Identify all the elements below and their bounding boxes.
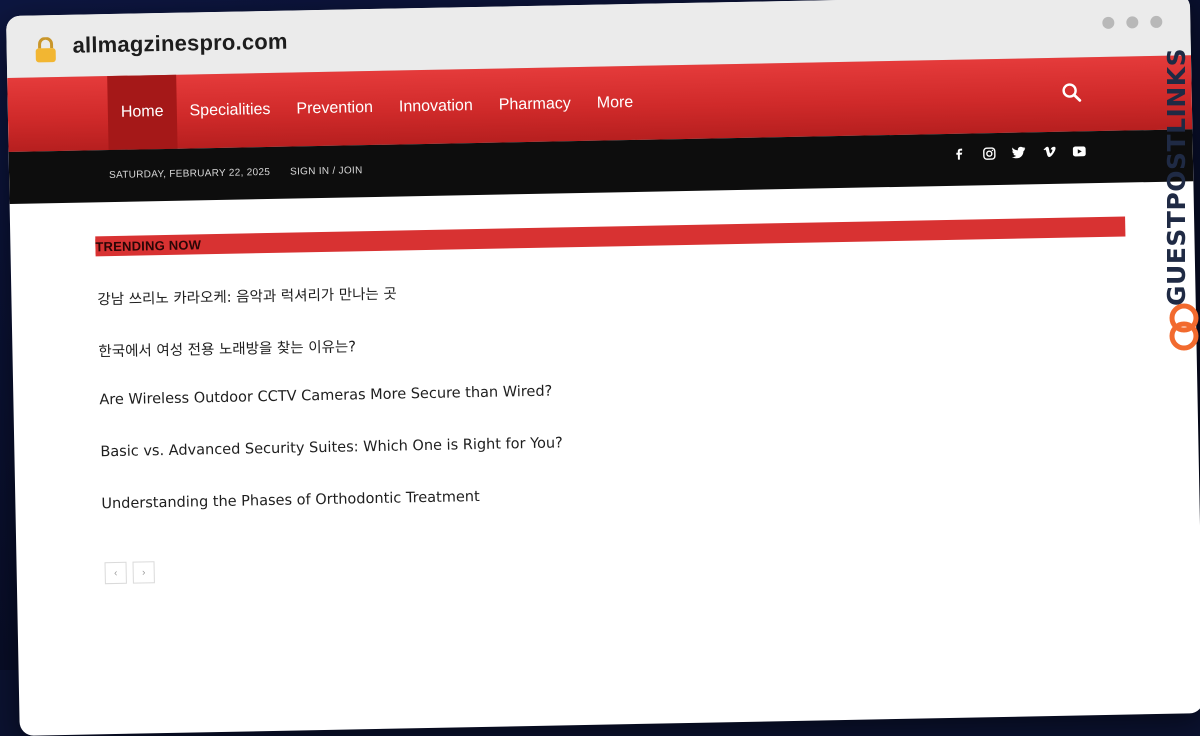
trending-pager: ‹ › bbox=[104, 561, 155, 585]
instagram-icon[interactable] bbox=[981, 145, 997, 161]
nav-item-prevention[interactable]: Prevention bbox=[283, 71, 387, 147]
trending-item[interactable]: Understanding the Phases of Orthodontic … bbox=[101, 487, 564, 548]
window-dot[interactable] bbox=[1150, 15, 1163, 29]
main-menu: Home Specialities Prevention Innovation … bbox=[107, 66, 647, 151]
url-text[interactable]: allmagzinespro.com bbox=[72, 29, 288, 59]
nav-item-innovation[interactable]: Innovation bbox=[385, 69, 486, 145]
trending-item[interactable]: 강남 쓰리노 카라오케: 음악과 럭셔리가 만나는 곳 bbox=[97, 279, 560, 340]
prev-button[interactable]: ‹ bbox=[104, 561, 127, 585]
window-dot[interactable] bbox=[1126, 16, 1139, 29]
window-controls bbox=[1102, 15, 1163, 29]
trending-title: TRENDING NOW bbox=[95, 237, 206, 255]
nav-item-home[interactable]: Home bbox=[107, 74, 178, 151]
current-date: SATURDAY, FEBRUARY 22, 2025 bbox=[108, 166, 271, 182]
trending-item[interactable]: Basic vs. Advanced Security Suites: Whic… bbox=[100, 435, 563, 496]
nav-item-specialities[interactable]: Specialities bbox=[176, 73, 284, 149]
next-button[interactable]: › bbox=[132, 561, 155, 584]
facebook-icon[interactable] bbox=[951, 146, 967, 162]
trending-bar: TRENDING NOW bbox=[95, 216, 1126, 257]
window-dot[interactable] bbox=[1102, 16, 1115, 29]
trending-list: 강남 쓰리노 카라오케: 음악과 럭셔리가 만나는 곳 한국에서 여성 전용 노… bbox=[97, 279, 564, 548]
social-links bbox=[951, 143, 1087, 162]
search-icon[interactable] bbox=[1060, 81, 1082, 103]
guestpostlinks-watermark: GUESTPOSTLINKS bbox=[1162, 47, 1200, 358]
nav-item-more[interactable]: More bbox=[583, 66, 647, 141]
browser-window: allmagzinespro.com Home Specialities Pre… bbox=[6, 0, 1200, 736]
sign-in-link[interactable]: SIGN IN / JOIN bbox=[290, 165, 363, 177]
nav-item-pharmacy[interactable]: Pharmacy bbox=[485, 67, 584, 143]
trending-header: TRENDING NOW bbox=[95, 216, 1126, 257]
link-logo-icon bbox=[1169, 303, 1199, 351]
trending-item[interactable]: 한국에서 여성 전용 노래방을 찾는 이유는? bbox=[98, 331, 561, 392]
vimeo-icon[interactable] bbox=[1041, 144, 1057, 160]
trending-item[interactable]: Are Wireless Outdoor CCTV Cameras More S… bbox=[99, 383, 562, 444]
watermark-text: GUESTPOSTLINKS bbox=[1162, 47, 1191, 306]
twitter-icon[interactable] bbox=[1011, 144, 1027, 160]
youtube-icon[interactable] bbox=[1071, 143, 1087, 159]
lock-icon bbox=[35, 37, 56, 63]
